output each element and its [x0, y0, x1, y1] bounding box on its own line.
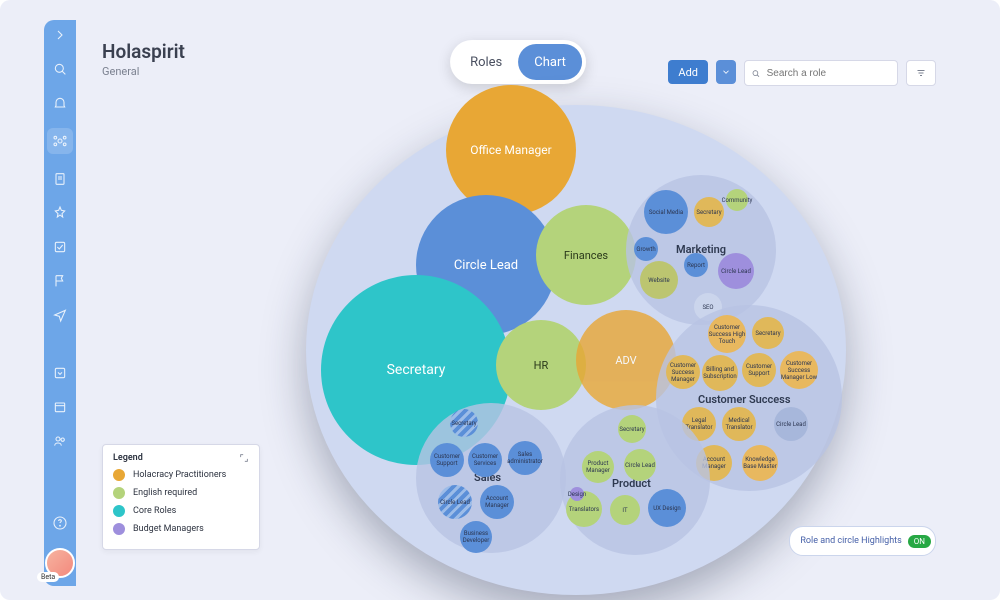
cs-role[interactable]: Customer Success High Touch	[708, 315, 746, 353]
marketing-role[interactable]: Social Media	[644, 190, 688, 234]
marketing-role[interactable]: Website	[640, 261, 678, 299]
role-hr[interactable]: HR	[496, 320, 586, 410]
sales-role[interactable]: Business Developer	[460, 521, 492, 553]
breadcrumb[interactable]: General	[102, 65, 185, 78]
marketing-role[interactable]: Community	[726, 189, 748, 211]
beta-badge: Beta	[37, 572, 59, 582]
marketing-role[interactable]: Secretary	[694, 197, 724, 227]
page-header: Holaspirit General	[102, 40, 185, 78]
help-icon[interactable]	[51, 514, 69, 532]
circle-sales[interactable]: Sales Secretary Customer Support Custome…	[416, 403, 566, 553]
sales-role[interactable]: Customer Support	[430, 443, 464, 477]
cs-role[interactable]: Customer Success Manager Low	[780, 351, 818, 389]
legend-title: Legend	[113, 453, 249, 463]
checkbox-icon[interactable]	[51, 238, 69, 256]
swatch-icon	[113, 469, 125, 481]
product-role[interactable]: UX Design	[648, 489, 686, 527]
sales-role[interactable]: Account Manager	[480, 485, 514, 519]
legend-item[interactable]: Budget Managers	[113, 523, 249, 535]
collapse-icon[interactable]	[51, 26, 69, 44]
swatch-icon	[113, 505, 125, 517]
cs-role[interactable]: Billing and Subscription	[702, 355, 738, 391]
org-chart-icon[interactable]	[47, 128, 73, 154]
sales-role[interactable]: Circle Lead	[438, 485, 472, 519]
cs-role[interactable]: Circle Lead	[774, 407, 808, 441]
highlights-toggle[interactable]: Role and circle Highlights ON	[789, 526, 936, 556]
document-icon[interactable]	[51, 170, 69, 188]
circle-diagram[interactable]: Office Manager Circle Lead Secretary Fin…	[236, 75, 926, 595]
user-avatar[interactable]: Beta	[45, 548, 75, 578]
cs-role[interactable]: Customer Support	[742, 353, 776, 387]
app-sidebar: Beta	[44, 20, 76, 586]
legend-item[interactable]: English required	[113, 487, 249, 499]
cs-role[interactable]: Customer Success Manager	[666, 355, 700, 389]
swatch-icon	[113, 523, 125, 535]
download-icon[interactable]	[51, 364, 69, 382]
label-customer-success: Customer Success	[698, 393, 791, 406]
search-icon[interactable]	[51, 60, 69, 78]
bell-icon[interactable]	[51, 94, 69, 112]
sales-role[interactable]: Customer Services	[468, 443, 502, 477]
product-role[interactable]: Design	[570, 487, 584, 501]
expand-icon[interactable]	[239, 453, 249, 463]
flag-icon[interactable]	[51, 272, 69, 290]
circle-product[interactable]: Product Secretary Product Manager Circle…	[560, 405, 710, 555]
toggle-label: Role and circle Highlights	[800, 536, 901, 546]
role-office-manager[interactable]: Office Manager	[446, 85, 576, 215]
swatch-icon	[113, 487, 125, 499]
cs-role[interactable]: Knowledge Base Master	[742, 445, 778, 481]
cs-role[interactable]: Medical Translator	[722, 407, 756, 441]
legend-card: Legend Holacracy Practitioners English r…	[102, 444, 260, 550]
product-role[interactable]: Secretary	[618, 415, 646, 443]
goals-icon[interactable]	[51, 204, 69, 222]
calendar-icon[interactable]	[51, 398, 69, 416]
product-role[interactable]: Product Manager	[582, 451, 614, 483]
sales-role[interactable]: Sales administrator	[508, 441, 542, 475]
main-panel: Holaspirit General Roles Chart Add Offic…	[76, 20, 960, 580]
sales-role[interactable]: Secretary	[450, 409, 478, 437]
product-role[interactable]: Circle Lead	[624, 449, 656, 481]
marketing-role[interactable]: Circle Lead	[718, 253, 754, 289]
marketing-role[interactable]: Growth	[634, 237, 658, 261]
toggle-state: ON	[908, 535, 931, 548]
legend-item[interactable]: Holacracy Practitioners	[113, 469, 249, 481]
role-finances[interactable]: Finances	[536, 205, 636, 305]
circle-marketing[interactable]: Marketing Social Media Secretary Growth …	[626, 175, 776, 325]
members-icon[interactable]	[51, 432, 69, 450]
legend-item[interactable]: Core Roles	[113, 505, 249, 517]
send-icon[interactable]	[51, 306, 69, 324]
page-title: Holaspirit	[102, 40, 185, 63]
marketing-role[interactable]: Report	[684, 253, 708, 277]
product-role[interactable]: IT	[610, 495, 640, 525]
cs-role[interactable]: Secretary	[752, 317, 784, 349]
